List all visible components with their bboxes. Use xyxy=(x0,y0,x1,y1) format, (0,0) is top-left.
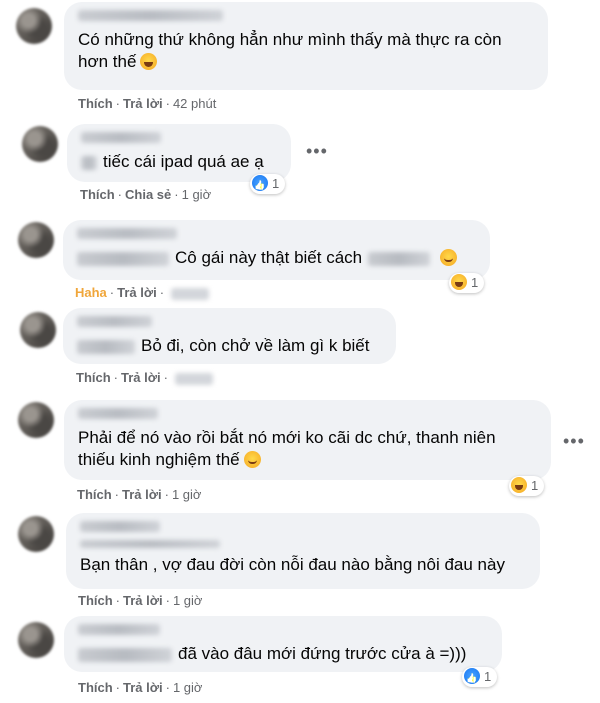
smiling-emoji-icon xyxy=(440,249,458,266)
reaction-badge[interactable]: 1 xyxy=(462,667,498,687)
reply-link[interactable]: Trả lời xyxy=(123,593,163,608)
comment-bubble: Phải để nó vào rồi bắt nó mới ko cãi dc … xyxy=(64,400,551,480)
comment-text-line2: hơn thế xyxy=(78,51,534,73)
timestamp[interactable]: 1 giờ xyxy=(172,487,202,502)
comment-actions: Thích · Chia sẻ · 1 giờ xyxy=(80,187,212,202)
reply-link[interactable]: Trả lời xyxy=(122,487,162,502)
like-link[interactable]: Thích xyxy=(78,96,113,111)
timestamp[interactable]: 1 giờ xyxy=(173,593,203,608)
avatar[interactable] xyxy=(22,126,58,162)
avatar[interactable] xyxy=(18,222,54,258)
author-name[interactable] xyxy=(80,521,160,532)
comment-bubble: đã vào đâu mới đứng trước cửa à =))) xyxy=(64,616,502,672)
comment-actions: Thích · Trả lời · 1 giờ xyxy=(77,487,202,502)
haha-reaction-icon xyxy=(511,477,527,493)
like-reaction-icon xyxy=(464,668,480,684)
haha-link[interactable]: Haha xyxy=(75,285,107,300)
comment-actions: Thích · Trả lời · 1 giờ xyxy=(78,593,203,608)
comment-actions: Thích · Trả lời · xyxy=(76,370,213,385)
comment-text: Bạn thân , vợ đau đời còn nỗi đau nào bằ… xyxy=(80,555,505,574)
more-options-icon[interactable]: ••• xyxy=(563,432,585,450)
like-link[interactable]: Thích xyxy=(77,487,112,502)
comment-actions: Thích · Trả lời · 1 giờ xyxy=(78,680,203,695)
avatar[interactable] xyxy=(20,312,56,348)
comment-bubble: Bạn thân , vợ đau đời còn nỗi đau nào bằ… xyxy=(66,513,540,589)
mention-blur[interactable] xyxy=(77,339,135,354)
laughing-emoji-icon xyxy=(140,53,158,70)
like-link[interactable]: Thích xyxy=(78,680,113,695)
reaction-badge[interactable]: 1 xyxy=(250,174,286,194)
comment-text: tiếc cái ipad quá ae ạ xyxy=(81,151,277,173)
timestamp[interactable]: 1 giờ xyxy=(173,680,203,695)
timestamp-blur xyxy=(171,287,210,300)
comment-bubble: Bỏ đi, còn chở về làm gì k biết xyxy=(63,308,396,364)
author-subtitle xyxy=(80,540,220,548)
author-name[interactable] xyxy=(77,228,177,239)
like-link[interactable]: Thích xyxy=(80,187,115,202)
avatar[interactable] xyxy=(18,402,54,438)
author-name[interactable] xyxy=(78,10,223,21)
author-name[interactable] xyxy=(78,408,158,419)
reply-link[interactable]: Trả lời xyxy=(123,96,163,111)
timestamp-blur xyxy=(174,372,213,385)
reply-link[interactable]: Trả lời xyxy=(123,680,163,695)
reply-link[interactable]: Trả lời xyxy=(121,370,161,385)
comment-text: Cô gái này thật biết cách xyxy=(77,247,476,269)
author-name[interactable] xyxy=(78,624,160,635)
smiling-emoji-icon xyxy=(243,451,261,468)
mention-blur[interactable] xyxy=(81,155,97,170)
comment-text: Bỏ đi, còn chở về làm gì k biết xyxy=(77,335,382,357)
timestamp[interactable]: 1 giờ xyxy=(182,187,212,202)
reply-link[interactable]: Trả lời xyxy=(117,285,157,300)
author-name[interactable] xyxy=(81,132,161,143)
comment-actions: Thích · Trả lời · 42 phút xyxy=(78,96,217,111)
text-blur xyxy=(368,251,431,266)
reaction-badge[interactable]: 1 xyxy=(509,476,545,496)
haha-reaction-icon xyxy=(451,274,467,290)
comment-actions: Haha · Trả lời · xyxy=(75,285,210,300)
mention-blur[interactable] xyxy=(78,647,172,662)
comment-text: Có những thứ không hẳn như mình thấy mà … xyxy=(78,30,502,49)
share-link[interactable]: Chia sẻ xyxy=(125,187,171,202)
comment-text: đã vào đâu mới đứng trước cửa à =))) xyxy=(78,643,488,665)
reaction-badge[interactable]: 1 xyxy=(449,273,485,293)
avatar[interactable] xyxy=(18,622,54,658)
like-link[interactable]: Thích xyxy=(78,593,113,608)
more-options-icon[interactable]: ••• xyxy=(306,142,328,160)
mention-blur[interactable] xyxy=(77,251,169,266)
comment-bubble: Cô gái này thật biết cách xyxy=(63,220,490,280)
avatar[interactable] xyxy=(18,516,54,552)
timestamp[interactable]: 42 phút xyxy=(173,96,216,111)
comment-text: Phải để nó vào rồi bắt nó mới ko cãi dc … xyxy=(78,428,496,447)
comment-text-line2: thiếu kinh nghiệm thế xyxy=(78,449,537,471)
like-reaction-icon xyxy=(252,175,268,191)
avatar[interactable] xyxy=(16,8,52,44)
like-link[interactable]: Thích xyxy=(76,370,111,385)
comment-bubble: Có những thứ không hẳn như mình thấy mà … xyxy=(64,2,548,90)
author-name[interactable] xyxy=(77,316,152,327)
